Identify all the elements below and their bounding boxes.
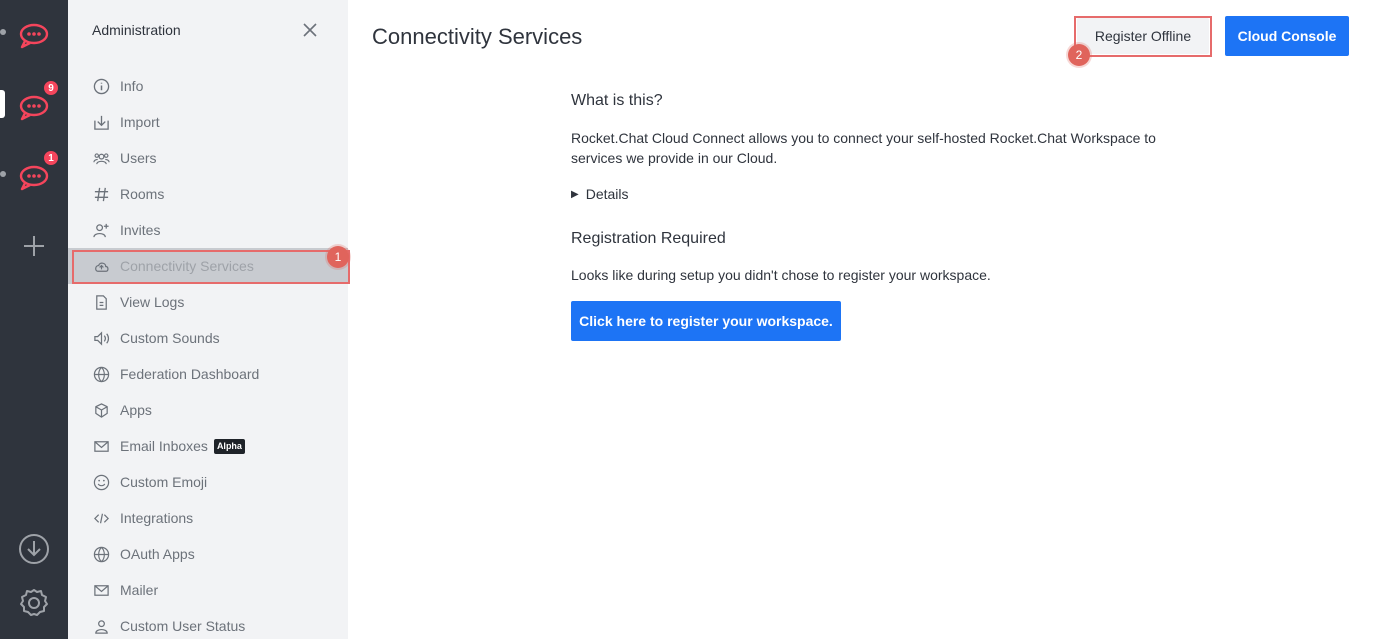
sidebar-item-apps[interactable]: Apps [68, 392, 348, 428]
what-is-this-heading: What is this? [571, 92, 663, 109]
cube-icon [92, 401, 110, 419]
sidebar-item-import[interactable]: Import [68, 104, 348, 140]
registration-heading: Registration Required [571, 230, 726, 247]
details-toggle[interactable]: ▶ Details [571, 186, 629, 202]
sidebar-item-integrations[interactable]: Integrations [68, 500, 348, 536]
mail-icon [92, 581, 110, 599]
admin-sidebar: Administration Info Import Users Rooms I… [68, 0, 348, 639]
sidebar-item-custom-emoji[interactable]: Custom Emoji [68, 464, 348, 500]
globe-icon [92, 365, 110, 383]
active-server-indicator [0, 90, 5, 118]
disclosure-triangle-icon: ▶ [571, 188, 579, 200]
download-icon[interactable] [18, 533, 50, 565]
sidebar-item-info[interactable]: Info [68, 68, 348, 104]
cloud-icon [92, 257, 110, 275]
sidebar-item-rooms[interactable]: Rooms [68, 176, 348, 212]
page-title: Connectivity Services [372, 24, 583, 49]
sidebar-item-custom-sounds[interactable]: Custom Sounds [68, 320, 348, 356]
server-3-icon[interactable]: 1 [0, 150, 59, 192]
annotation-marker-2: 2 [1068, 44, 1090, 66]
what-is-this-text: Rocket.Chat Cloud Connect allows you to … [571, 130, 1156, 166]
server-indicator-dot [0, 171, 6, 177]
alpha-badge: Alpha [213, 438, 245, 454]
sidebar-item-users[interactable]: Users [68, 140, 348, 176]
registration-text: Looks like during setup you didn't chose… [571, 267, 991, 283]
emoji-icon [92, 473, 110, 491]
cloud-console-button[interactable]: Cloud Console [1225, 16, 1349, 56]
info-icon [92, 77, 110, 95]
server-1-icon[interactable] [0, 16, 51, 50]
sidebar-item-connectivity-services[interactable]: Connectivity Services [68, 248, 348, 284]
register-workspace-button[interactable]: Click here to register your workspace. [571, 301, 841, 341]
sidebar-item-custom-user-status[interactable]: Custom User Status [68, 608, 348, 639]
users-icon [92, 149, 110, 167]
register-offline-button[interactable]: Register Offline [1077, 18, 1209, 54]
volume-icon [92, 329, 110, 347]
globe-icon [92, 545, 110, 563]
server-2-icon[interactable]: 9 [0, 80, 59, 122]
import-icon [92, 113, 110, 131]
sidebar-title: Administration [92, 22, 181, 38]
settings-gear-icon[interactable] [18, 587, 50, 619]
sidebar-item-invites[interactable]: Invites [68, 212, 348, 248]
server-indicator-dot [0, 29, 6, 35]
details-label: Details [585, 186, 629, 202]
add-server-icon[interactable] [22, 234, 46, 258]
close-icon[interactable] [300, 20, 320, 40]
unread-badge: 1 [43, 150, 59, 166]
code-icon [92, 509, 110, 527]
sidebar-item-federation-dashboard[interactable]: Federation Dashboard [68, 356, 348, 392]
annotation-marker-1: 1 [327, 246, 349, 268]
sidebar-item-mailer[interactable]: Mailer [68, 572, 348, 608]
user-plus-icon [92, 221, 110, 239]
mail-icon [92, 437, 110, 455]
server-rail: 9 1 [0, 0, 68, 639]
user-icon [92, 617, 110, 635]
file-icon [92, 293, 110, 311]
sidebar-item-email-inboxes[interactable]: Email Inboxes Alpha [68, 428, 348, 464]
sidebar-item-view-logs[interactable]: View Logs [68, 284, 348, 320]
hashtag-icon [92, 185, 110, 203]
rocketchat-logo-icon [19, 23, 49, 49]
unread-badge: 9 [43, 80, 59, 96]
sidebar-item-oauth-apps[interactable]: OAuth Apps [68, 536, 348, 572]
